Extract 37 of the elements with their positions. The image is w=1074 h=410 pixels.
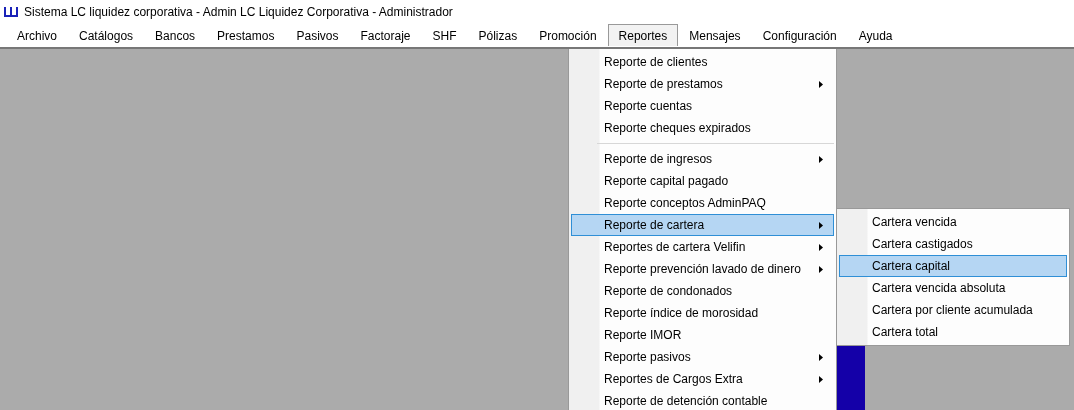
menu-item[interactable]: Reporte de detención contable [571,390,834,410]
menu-item[interactable]: Reportes de Cargos Extra [571,368,834,390]
menu-item[interactable]: Cartera capital [839,255,1067,277]
menu-item[interactable]: Reporte cheques expirados [571,117,834,139]
menu-item[interactable]: Reporte índice de morosidad [571,302,834,324]
menu-item[interactable]: Reporte IMOR [571,324,834,346]
menu-item[interactable]: Cartera total [839,321,1067,343]
menu-item[interactable]: Pasivos [285,24,350,46]
menu-item[interactable]: Cartera por cliente acumulada [839,299,1067,321]
menu-item[interactable]: SHF [421,24,468,46]
app-icon [3,6,19,18]
menu-item[interactable]: Configuración [751,24,848,46]
menu-item[interactable]: Cartera castigados [839,233,1067,255]
menu-item[interactable]: Promoción [528,24,608,46]
menu-item[interactable]: Reporte de prestamos [571,73,834,95]
window-title: Sistema LC liquidez corporativa - Admin LC Liquidez Corporativa - Administrador [24,5,453,19]
menu-item[interactable]: Reportes de cartera Velifin [571,236,834,258]
menu-item[interactable]: Reportes [607,24,679,46]
menu-item[interactable]: Reporte de ingresos [571,148,834,170]
menu-item[interactable]: Prestamos [206,24,286,46]
menu-item[interactable]: Bancos [144,24,207,46]
menu-item[interactable]: Reporte cuentas [571,95,834,117]
menu-item[interactable]: Factoraje [349,24,422,46]
menu-item[interactable]: Reporte pasivos [571,346,834,368]
menu-item[interactable]: Reporte capital pagado [571,170,834,192]
menu-item[interactable]: Ayuda [847,24,904,46]
menu-item[interactable]: Pólizas [467,24,529,46]
menu-item[interactable]: Cartera vencida [839,211,1067,233]
menu-item[interactable]: Reporte prevención lavado de dinero [571,258,834,280]
menu-item[interactable]: Catálogos [68,24,145,46]
menu-item[interactable]: Reporte de condonados [571,280,834,302]
menu-item[interactable]: Cartera vencida absoluta [839,277,1067,299]
menu-item[interactable]: Mensajes [678,24,752,46]
menu-item[interactable]: Reporte conceptos AdminPAQ [571,192,834,214]
menu-item[interactable]: Archivo [6,24,68,46]
menu-item[interactable]: Reporte de cartera [571,214,834,236]
menu-item[interactable]: Reporte de clientes [571,51,834,73]
